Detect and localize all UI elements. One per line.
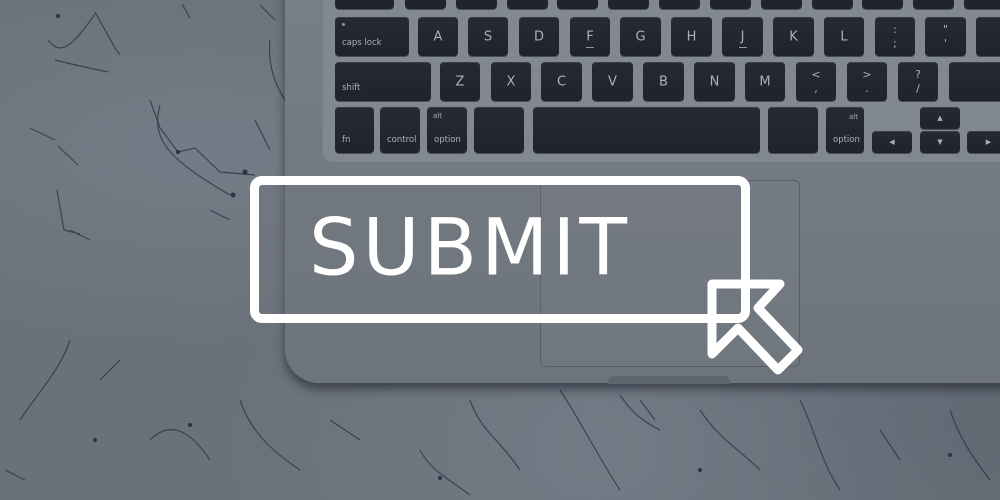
- keyboard: tab caps lock A S D F G H J K L:; "' returnenter shif…: [323, 0, 1000, 162]
- key-label: V: [608, 74, 617, 89]
- key-arrow-up[interactable]: ▲: [920, 107, 960, 129]
- key-label-lower: .: [865, 82, 869, 95]
- key-tab[interactable]: tab: [335, 0, 394, 9]
- key-d[interactable]: D: [519, 17, 559, 56]
- key-return[interactable]: returnenter: [976, 17, 1000, 56]
- key-period[interactable]: >.: [847, 62, 887, 101]
- arrow-down-icon: ▼: [937, 138, 943, 146]
- key-e[interactable]: [507, 0, 548, 9]
- key-label: G: [635, 29, 646, 44]
- key-label: A: [433, 29, 443, 44]
- key-v[interactable]: V: [592, 62, 633, 101]
- key-lbracket[interactable]: [913, 0, 954, 9]
- key-w[interactable]: [456, 0, 497, 9]
- key-label: tab: [342, 0, 356, 1]
- key-label: fn: [342, 135, 351, 145]
- key-s[interactable]: S: [468, 17, 508, 56]
- key-j[interactable]: J: [722, 17, 763, 56]
- key-label: K: [789, 29, 798, 44]
- key-control[interactable]: control: [380, 107, 420, 153]
- key-r[interactable]: [557, 0, 598, 9]
- key-semicolon[interactable]: :;: [875, 17, 915, 56]
- key-label-lower: ': [943, 37, 948, 50]
- key-f[interactable]: F: [570, 17, 610, 56]
- key-label-upper: :: [893, 23, 897, 36]
- submit-button[interactable]: SUBMIT: [250, 176, 750, 323]
- key-label: C: [556, 74, 567, 89]
- key-label-secondary: alt: [433, 112, 442, 120]
- key-g[interactable]: G: [620, 17, 661, 56]
- key-label: N: [709, 74, 720, 89]
- key-i[interactable]: [761, 0, 802, 9]
- key-label: shift: [342, 83, 361, 93]
- submit-button-label: SUBMIT: [308, 202, 632, 293]
- scene: tab caps lock A S D F G H J K L:; "' returnenter shif…: [0, 0, 1000, 500]
- key-command-left[interactable]: [474, 107, 524, 153]
- key-label-upper: >: [862, 68, 872, 81]
- key-label: D: [533, 29, 544, 44]
- key-y[interactable]: [659, 0, 700, 9]
- key-arrow-right[interactable]: ▶: [967, 131, 1000, 153]
- key-label: option: [434, 135, 461, 145]
- key-label: B: [659, 74, 668, 89]
- key-label: caps lock: [342, 38, 382, 48]
- key-quote[interactable]: " ': [925, 17, 966, 56]
- key-label-lower: ,: [814, 82, 818, 95]
- key-label-secondary: alt: [849, 113, 858, 121]
- key-arrow-left[interactable]: ◀: [872, 131, 912, 153]
- key-caps-lock[interactable]: caps lock: [335, 17, 409, 56]
- key-label: control: [387, 135, 417, 145]
- key-z[interactable]: Z: [440, 62, 480, 101]
- caps-lock-indicator-icon: [342, 23, 345, 26]
- key-u[interactable]: [710, 0, 751, 9]
- key-label: H: [686, 29, 697, 44]
- key-shift-left[interactable]: shift: [335, 62, 431, 101]
- arrow-left-icon: ◀: [889, 138, 895, 146]
- key-label-upper: ?: [915, 68, 921, 81]
- arrow-right-icon: ▶: [985, 138, 992, 146]
- key-label: S: [483, 29, 493, 44]
- key-label-upper: ": [942, 23, 949, 36]
- home-row-bump-icon: [738, 47, 747, 48]
- key-label: M: [759, 74, 771, 89]
- key-label: F: [586, 29, 594, 44]
- home-row-bump-icon: [586, 47, 594, 48]
- key-h[interactable]: H: [671, 17, 712, 56]
- key-label: J: [740, 29, 745, 44]
- key-space[interactable]: [533, 107, 760, 153]
- key-comma[interactable]: <,: [796, 62, 836, 101]
- key-shift-right[interactable]: shift: [949, 62, 1000, 101]
- key-a[interactable]: A: [418, 17, 458, 56]
- key-command-right[interactable]: [768, 107, 818, 153]
- key-option-right[interactable]: option alt: [826, 107, 864, 153]
- key-x[interactable]: X: [491, 62, 531, 101]
- key-label: L: [840, 29, 848, 44]
- key-q[interactable]: [405, 0, 446, 9]
- key-b[interactable]: B: [643, 62, 684, 101]
- key-p[interactable]: [862, 0, 903, 9]
- key-option-left[interactable]: option alt: [427, 107, 467, 153]
- arrow-up-icon: ▲: [937, 114, 943, 122]
- key-k[interactable]: K: [773, 17, 814, 56]
- key-m[interactable]: M: [745, 62, 785, 101]
- key-fn[interactable]: fn: [335, 107, 374, 153]
- key-rbracket[interactable]: [964, 0, 1000, 9]
- arrow-pointer-icon: [707, 279, 803, 375]
- key-c[interactable]: C: [541, 62, 582, 101]
- key-n[interactable]: N: [694, 62, 735, 101]
- key-label-lower: ;: [893, 37, 897, 50]
- key-label-upper: <: [811, 68, 821, 81]
- key-label-lower: /: [916, 82, 920, 95]
- key-label: option: [833, 135, 860, 145]
- key-o[interactable]: [812, 0, 853, 9]
- key-arrow-down[interactable]: ▼: [920, 131, 960, 153]
- key-l[interactable]: L: [824, 17, 864, 56]
- key-slash[interactable]: ? /: [898, 62, 938, 101]
- key-label: Z: [455, 74, 465, 89]
- key-t[interactable]: [608, 0, 649, 9]
- key-label: X: [506, 74, 516, 89]
